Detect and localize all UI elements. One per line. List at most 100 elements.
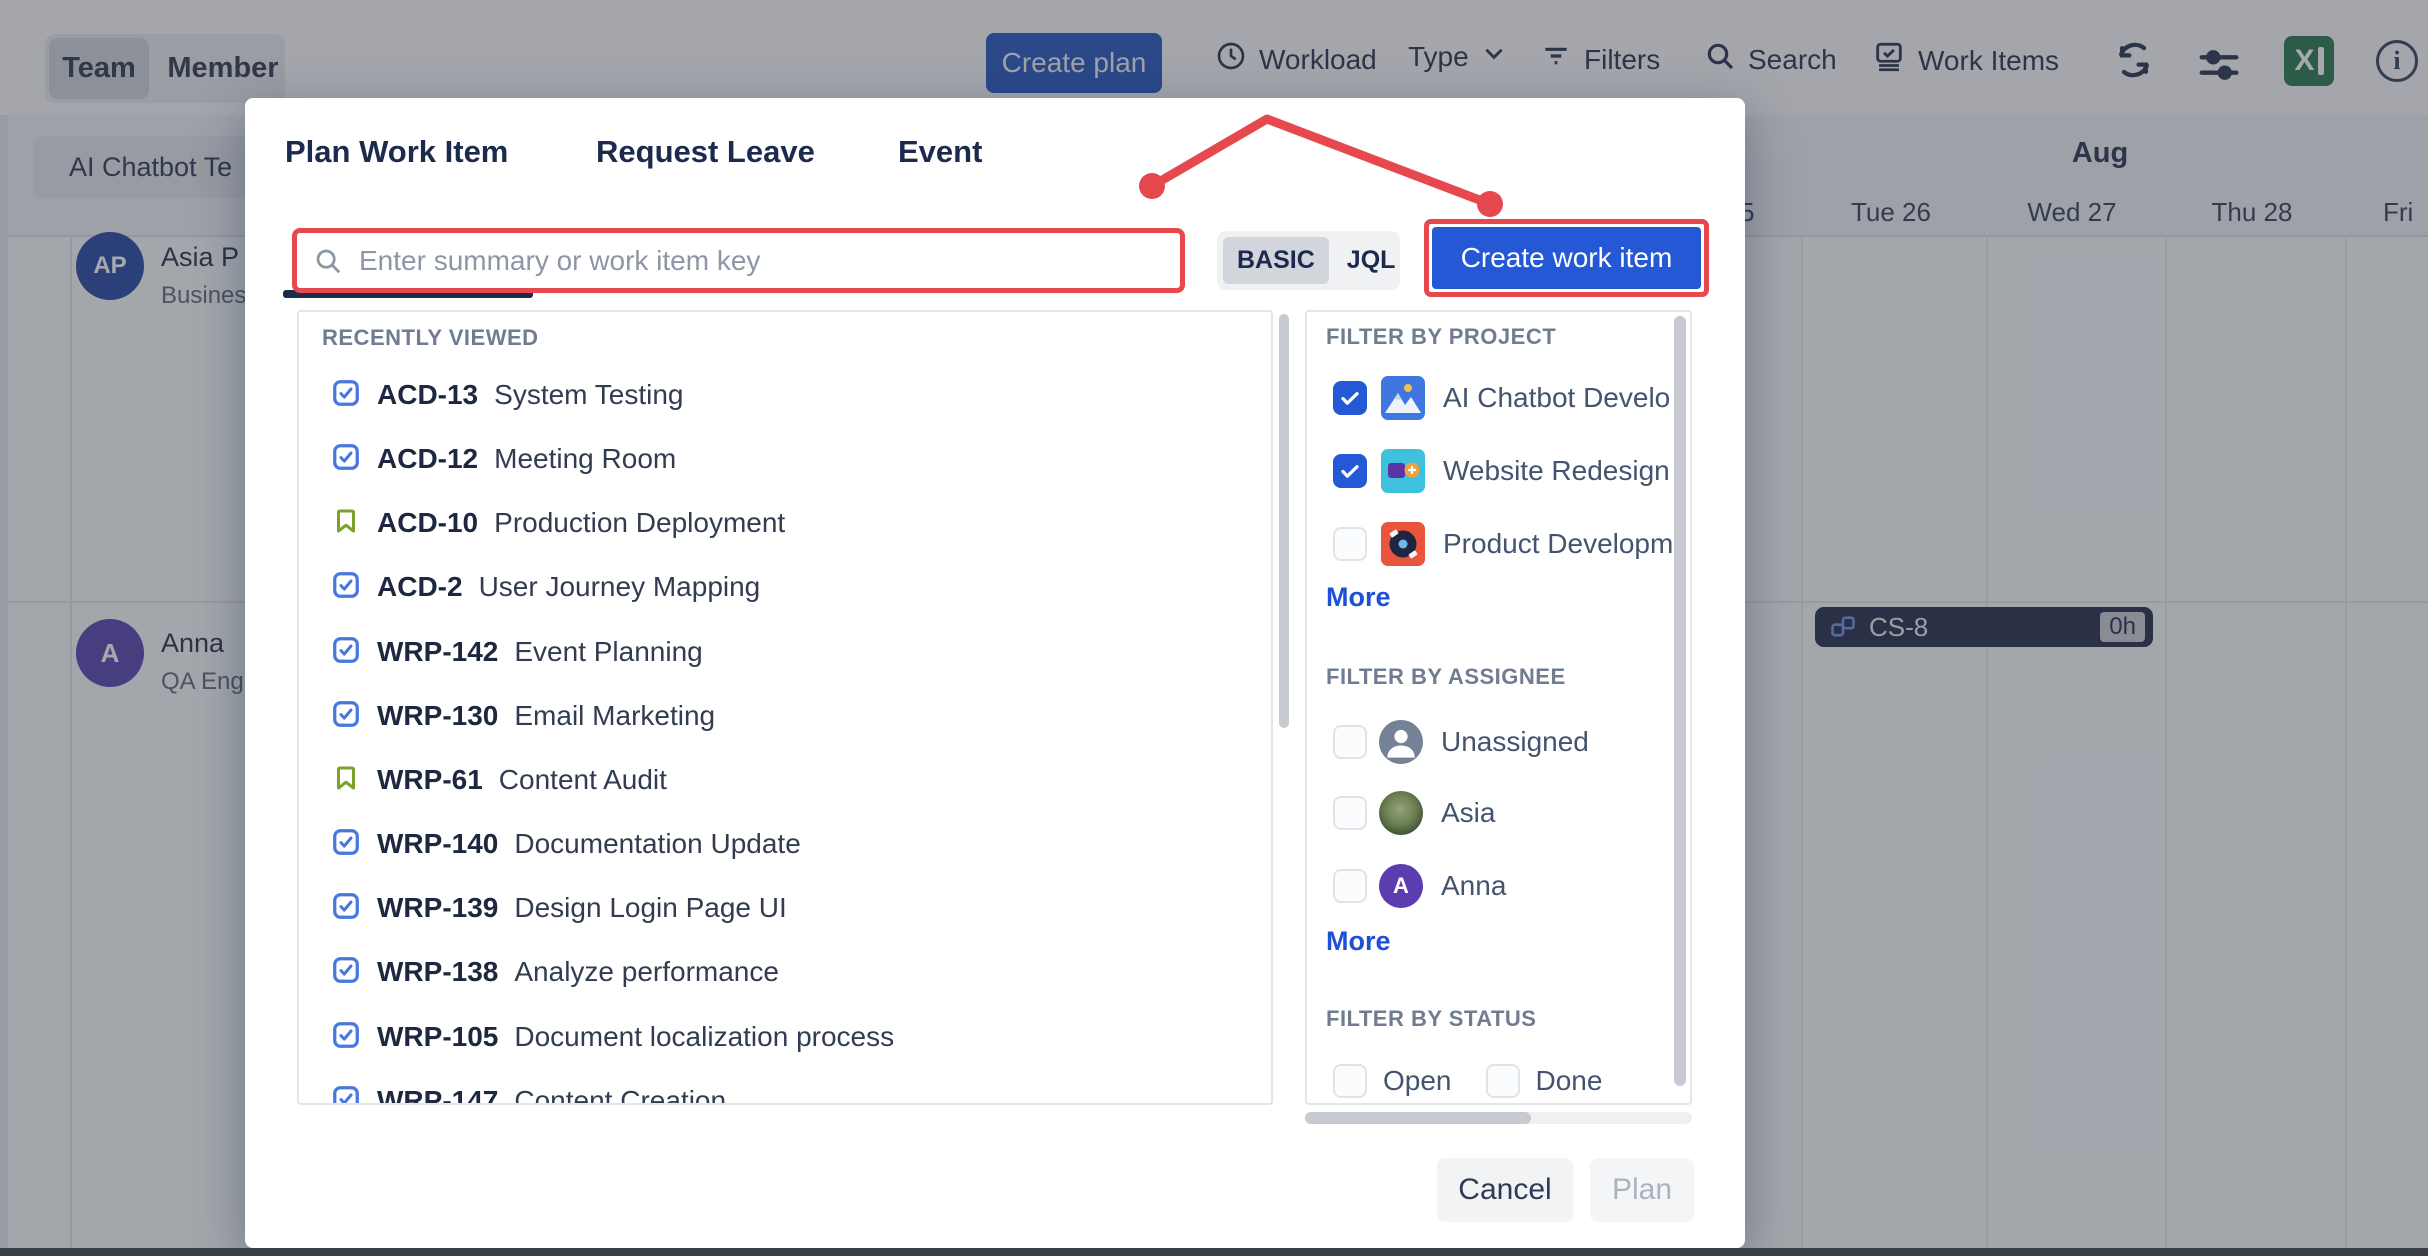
work-item-row[interactable]: WRP-140 Documentation Update [331,824,801,864]
work-item-row[interactable]: WRP-61 Content Audit [331,760,667,800]
unchecked-checkbox[interactable] [1333,796,1367,830]
plan-button-disabled[interactable]: Plan [1590,1158,1694,1222]
work-item-row[interactable]: WRP-105 Document localization process [331,1017,894,1057]
checked-checkbox[interactable] [1333,454,1367,488]
item-summary: Design Login Page UI [514,892,786,924]
work-item-row[interactable]: WRP-130 Email Marketing [331,696,715,736]
project-name: Product Developm [1443,528,1673,560]
project-filter-row[interactable]: AI Chatbot Develo [1333,376,1670,420]
item-key: WRP-61 [377,764,483,796]
create-work-item-button[interactable]: Create work item [1432,227,1701,289]
task-icon [331,699,361,734]
assignee-name: Anna [1441,870,1506,902]
more-assignees-link[interactable]: More [1326,926,1391,957]
unchecked-checkbox[interactable] [1333,725,1367,759]
item-summary: User Journey Mapping [479,571,761,603]
create-work-item-highlight: Create work item [1424,219,1709,297]
work-item-row[interactable]: ACD-10 Production Deployment [331,503,785,543]
item-summary: Content Audit [499,764,667,796]
story-icon [331,506,361,541]
item-key: ACD-12 [377,443,478,475]
task-icon [331,891,361,926]
unchecked-checkbox[interactable] [1333,1064,1367,1098]
work-item-row[interactable]: WRP-138 Analyze performance [331,952,779,992]
assignee-filter-row[interactable]: Asia [1333,791,1495,835]
item-key: WRP-138 [377,956,498,988]
item-key: WRP-105 [377,1021,498,1053]
item-key: WRP-147 [377,1085,498,1105]
search-icon [313,246,343,276]
summary-search-highlight [292,228,1185,293]
item-key: ACD-10 [377,507,478,539]
status-name: Done [1536,1065,1603,1097]
assignee-name: Asia [1441,797,1495,829]
unchecked-checkbox[interactable] [1333,527,1367,561]
summary-search-input[interactable] [357,244,1164,278]
status-filter-row: Open Done [1333,1059,1602,1103]
filters-hscrollbar-track [1305,1112,1692,1124]
tab-event[interactable]: Event [898,134,982,170]
tab-plan-work-item[interactable]: Plan Work Item [285,134,508,170]
work-item-row[interactable]: ACD-2 User Journey Mapping [331,567,760,607]
work-item-row[interactable]: WRP-142 Event Planning [331,632,703,672]
work-item-row[interactable]: ACD-13 System Testing [331,375,683,415]
status-name: Open [1383,1065,1452,1097]
work-item-row[interactable]: WRP-147 Content Creation [331,1081,726,1105]
assignee-name: Unassigned [1441,726,1589,758]
task-icon [331,1084,361,1106]
tab-request-leave[interactable]: Request Leave [596,134,815,170]
annotation-arrow [1125,103,1525,223]
project-avatar [1381,376,1425,420]
task-icon [331,378,361,413]
project-avatar [1381,522,1425,566]
filters-hscrollbar[interactable] [1305,1112,1531,1124]
filters-panel: FILTER BY PROJECT AI Chatbot Develo Webs… [1305,310,1692,1105]
item-summary: Production Deployment [494,507,785,539]
project-name: Website Redesign [1443,455,1670,487]
item-summary: Content Creation [514,1085,726,1105]
filter-by-status-header: FILTER BY STATUS [1326,1006,1536,1032]
work-item-row[interactable]: ACD-12 Meeting Room [331,439,676,479]
jql-mode-button[interactable]: JQL [1333,237,1410,284]
more-projects-link[interactable]: More [1326,582,1391,613]
task-icon [331,442,361,477]
work-item-row[interactable]: WRP-139 Design Login Page UI [331,888,787,928]
item-summary: Analyze performance [514,956,779,988]
task-icon [331,955,361,990]
basic-mode-button[interactable]: BASIC [1223,237,1329,284]
item-summary: Document localization process [514,1021,894,1053]
checked-checkbox[interactable] [1333,381,1367,415]
project-filter-row[interactable]: Product Developm [1333,522,1673,566]
item-key: WRP-139 [377,892,498,924]
item-key: WRP-142 [377,636,498,668]
item-summary: Meeting Room [494,443,676,475]
item-summary: System Testing [494,379,683,411]
item-summary: Documentation Update [514,828,800,860]
plan-work-item-dialog: Plan Work Item Request Leave Event BASIC… [245,98,1745,1248]
project-avatar [1381,449,1425,493]
recently-viewed-panel: RECENTLY VIEWED ACD-13 System Testing AC… [297,310,1273,1105]
anna-avatar: A [1379,864,1423,908]
project-filter-row[interactable]: Website Redesign [1333,449,1670,493]
filters-scrollbar[interactable] [1674,316,1686,1086]
assignee-filter-row[interactable]: A Anna [1333,864,1506,908]
item-summary: Email Marketing [514,700,715,732]
filter-by-assignee-header: FILTER BY ASSIGNEE [1326,664,1566,690]
filter-by-project-header: FILTER BY PROJECT [1326,324,1556,350]
task-icon [331,570,361,605]
item-key: WRP-140 [377,828,498,860]
assignee-filter-row[interactable]: Unassigned [1333,720,1589,764]
project-name: AI Chatbot Develo [1443,382,1670,414]
bottom-edge-bar [0,1248,2428,1256]
item-key: ACD-2 [377,571,463,603]
unchecked-checkbox[interactable] [1333,869,1367,903]
unassigned-avatar [1379,720,1423,764]
query-mode-toggle: BASIC JQL [1217,231,1400,290]
item-key: WRP-130 [377,700,498,732]
unchecked-checkbox[interactable] [1486,1064,1520,1098]
asia-avatar [1379,791,1423,835]
task-icon [331,827,361,862]
cancel-button[interactable]: Cancel [1437,1158,1573,1222]
list-scrollbar[interactable] [1279,314,1289,728]
item-summary: Event Planning [514,636,702,668]
